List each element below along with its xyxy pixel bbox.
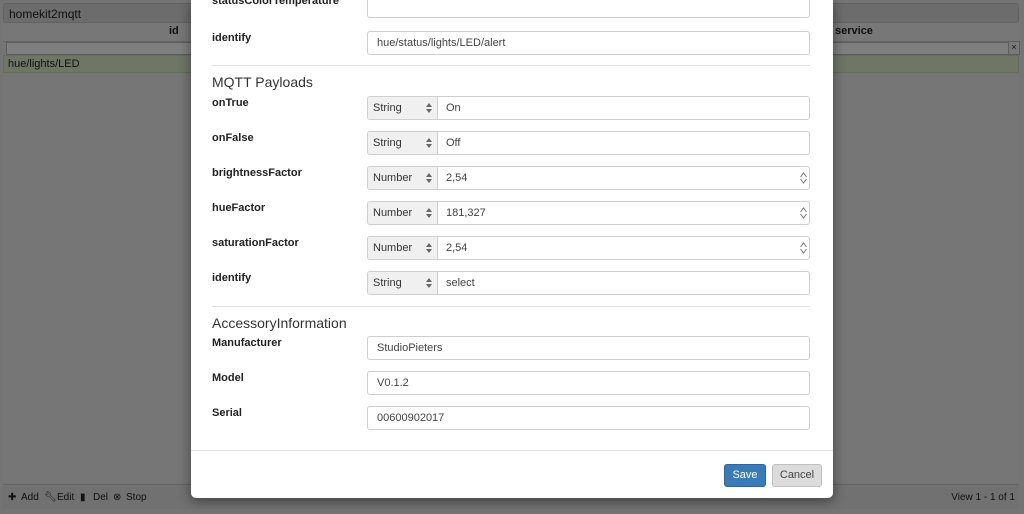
select-arrows-icon <box>426 208 432 218</box>
field-label: brightnessFactor <box>212 167 302 179</box>
form-row-serial: Serial 00600902017 <box>191 406 833 432</box>
brightness-factor-value-input[interactable]: 2,54 <box>446 167 467 189</box>
on-true-input-group: String On <box>367 96 810 120</box>
identify-topic-input[interactable]: hue/status/lights/LED/alert <box>367 31 810 55</box>
form-row-brightness-factor: brightnessFactor Number 2,54 <box>191 166 833 192</box>
field-label: Model <box>212 372 244 384</box>
number-spinner-icon[interactable] <box>800 172 807 184</box>
field-label: Manufacturer <box>212 337 282 349</box>
section-title-mqtt-payloads: MQTT Payloads <box>212 74 313 90</box>
identify-payload-type-select[interactable]: String <box>368 272 438 294</box>
dialog-footer-divider <box>191 450 833 451</box>
save-button[interactable]: Save <box>724 464 766 487</box>
field-label: Serial <box>212 407 242 419</box>
form-row-status-color-temperature: statusColorTemperature <box>191 0 833 20</box>
field-label: saturationFactor <box>212 237 299 249</box>
number-spinner-icon[interactable] <box>800 242 807 254</box>
select-arrows-icon <box>426 243 432 253</box>
form-row-identify-payload: identify String select <box>191 271 833 297</box>
form-row-on-false: onFalse String Off <box>191 131 833 157</box>
section-title-accessory-information: AccessoryInformation <box>212 315 347 331</box>
on-false-input-group: String Off <box>367 131 810 155</box>
field-label: statusColorTemperature <box>212 0 339 7</box>
identify-payload-value-input[interactable]: select <box>446 272 475 294</box>
model-input[interactable]: V0.1.2 <box>367 371 810 395</box>
on-false-type-select[interactable]: String <box>368 132 438 154</box>
select-arrows-icon <box>426 173 432 183</box>
hue-factor-value-input[interactable]: 181,327 <box>446 202 486 224</box>
identify-payload-input-group: String select <box>367 271 810 295</box>
field-label: identify <box>212 32 252 44</box>
status-color-temperature-input[interactable] <box>367 0 810 18</box>
edit-dialog: statusColorTemperature identify hue/stat… <box>191 0 833 498</box>
hue-factor-type-select[interactable]: Number <box>368 202 438 224</box>
select-arrows-icon <box>426 138 432 148</box>
hue-factor-input-group: Number 181,327 <box>367 201 810 225</box>
field-label: hueFactor <box>212 202 266 214</box>
manufacturer-input[interactable]: StudioPieters <box>367 336 810 360</box>
divider <box>212 65 810 66</box>
select-arrows-icon <box>426 278 432 288</box>
field-label: identify <box>212 272 252 284</box>
form-row-on-true: onTrue String On <box>191 96 833 122</box>
cancel-button[interactable]: Cancel <box>772 464 822 487</box>
on-true-value-input[interactable]: On <box>446 97 461 119</box>
on-false-value-input[interactable]: Off <box>446 132 460 154</box>
field-label: onTrue <box>212 97 249 109</box>
saturation-factor-type-select[interactable]: Number <box>368 237 438 259</box>
form-row-model: Model V0.1.2 <box>191 371 833 397</box>
number-spinner-icon[interactable] <box>800 207 807 219</box>
field-label: onFalse <box>212 132 254 144</box>
select-arrows-icon <box>426 103 432 113</box>
form-row-saturation-factor: saturationFactor Number 2,54 <box>191 236 833 262</box>
divider <box>212 306 810 307</box>
on-true-type-select[interactable]: String <box>368 97 438 119</box>
saturation-factor-input-group: Number 2,54 <box>367 236 810 260</box>
brightness-factor-input-group: Number 2,54 <box>367 166 810 190</box>
form-row-identify-topic: identify hue/status/lights/LED/alert <box>191 31 833 57</box>
form-row-hue-factor: hueFactor Number 181,327 <box>191 201 833 227</box>
serial-input[interactable]: 00600902017 <box>367 406 810 430</box>
brightness-factor-type-select[interactable]: Number <box>368 167 438 189</box>
form-row-manufacturer: Manufacturer StudioPieters <box>191 336 833 362</box>
saturation-factor-value-input[interactable]: 2,54 <box>446 237 467 259</box>
